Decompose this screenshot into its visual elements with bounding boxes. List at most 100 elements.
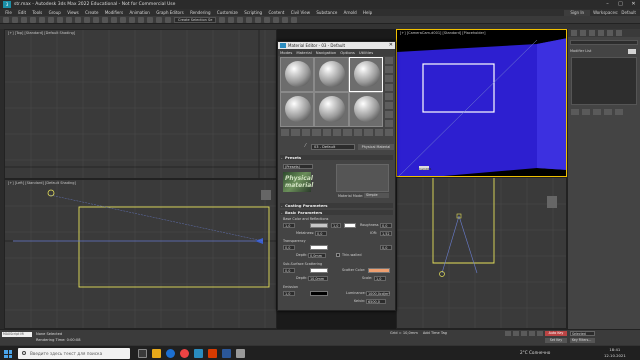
scale-input[interactable]: 1,0 <box>374 276 386 281</box>
modifier-list-dropdown[interactable]: Modifier List <box>570 49 591 53</box>
options-icon[interactable] <box>385 111 393 118</box>
pin-stack-icon[interactable] <box>571 109 579 115</box>
key-filters-button[interactable]: Key Filters... <box>570 338 595 343</box>
powerpoint-icon[interactable] <box>208 349 217 358</box>
selection-set-dropdown[interactable]: Create Selection Se <box>174 16 217 23</box>
motion-tab-icon[interactable] <box>598 30 604 36</box>
presets-dropdown[interactable]: (Presets) <box>283 164 313 169</box>
kelvin-input[interactable]: 6500,0 <box>366 299 386 304</box>
material-navigator-icon[interactable] <box>385 129 393 136</box>
viewport-front[interactable] <box>396 177 567 329</box>
sample-slot[interactable] <box>349 93 382 126</box>
menu-edit[interactable]: Edit <box>15 10 29 15</box>
spinner-snap-icon[interactable] <box>156 16 162 23</box>
viewport-left[interactable]: [+] [Left] [Standard] [Default Shading] <box>4 179 277 329</box>
viewport-camera[interactable]: [+] [CameraCam-d001] [Standard] [Placeho… <box>396 29 567 177</box>
mirror-icon[interactable] <box>219 16 226 23</box>
workspaces-select[interactable]: Default <box>621 10 636 15</box>
close-icon[interactable]: ✕ <box>627 0 640 9</box>
sign-in-button[interactable]: Sign In <box>564 9 591 16</box>
pivot-icon[interactable] <box>120 16 126 23</box>
schematic-icon[interactable] <box>255 16 262 23</box>
scatter-color-swatch[interactable] <box>368 268 390 273</box>
material-id-icon[interactable] <box>353 129 363 136</box>
menu-tools[interactable]: Tools <box>29 10 45 15</box>
coating-rollout[interactable]: Coating Parameters <box>280 203 393 208</box>
rotate-icon[interactable] <box>93 16 99 23</box>
depth-input[interactable]: 0,0mm <box>308 253 326 258</box>
sss-depth-input[interactable]: 10,0mm <box>308 276 328 281</box>
show-in-viewport-icon[interactable] <box>364 129 373 136</box>
menu-options[interactable]: Options <box>340 50 355 55</box>
viewport-label-left[interactable]: [+] [Left] [Standard] [Default Shading] <box>8 181 76 185</box>
base-weight-input[interactable]: 1,0 <box>283 223 295 228</box>
select-icon[interactable] <box>48 16 54 23</box>
material-editor-icon[interactable] <box>264 16 271 23</box>
material-type-button[interactable]: Physical Material <box>358 144 394 150</box>
configure-sets-icon[interactable] <box>615 109 623 115</box>
reflection-weight-input[interactable]: 1,0 <box>331 223 341 228</box>
unlink-icon[interactable] <box>30 16 36 23</box>
key-selection-dropdown[interactable]: Selected <box>570 331 595 336</box>
select-by-material-icon[interactable] <box>385 120 393 127</box>
taskbar-search[interactable]: Введите здесь текст для поиска <box>18 348 130 359</box>
chrome-icon[interactable] <box>180 349 189 358</box>
menu-material[interactable]: Material <box>296 50 311 55</box>
menu-customize[interactable]: Customize <box>214 10 241 15</box>
menu-animation[interactable]: Animation <box>126 10 153 15</box>
object-name-field[interactable] <box>570 40 638 45</box>
camera-icon[interactable] <box>255 238 263 244</box>
previous-frame-icon[interactable] <box>513 331 519 336</box>
undo-icon[interactable] <box>3 16 9 23</box>
thin-walled-checkbox[interactable] <box>336 253 340 257</box>
next-frame-icon[interactable] <box>529 331 535 336</box>
make-copy-icon[interactable] <box>322 129 332 136</box>
view-cube-icon[interactable] <box>547 196 557 208</box>
align-icon[interactable] <box>228 16 235 23</box>
angle-snap-icon[interactable] <box>138 16 144 23</box>
reflection-color-swatch[interactable] <box>344 223 356 228</box>
object-color-swatch[interactable] <box>628 49 636 54</box>
bind-icon[interactable] <box>39 16 45 23</box>
put-to-library-icon[interactable] <box>343 129 352 136</box>
sample-slot[interactable] <box>281 93 314 126</box>
sample-slot[interactable] <box>281 58 314 91</box>
clock[interactable]: 18:41 12.10.2021 <box>604 347 626 358</box>
eyedropper-icon[interactable]: ⁄ <box>305 143 310 150</box>
menu-content[interactable]: Content <box>265 10 287 15</box>
emission-weight-input[interactable]: 1,0 <box>283 291 295 296</box>
presets-rollout[interactable]: Presets <box>280 155 393 160</box>
utilities-tab-icon[interactable] <box>616 30 622 36</box>
snap-icon[interactable] <box>129 16 135 23</box>
place-icon[interactable] <box>111 16 117 23</box>
show-end-result-icon[interactable] <box>582 109 590 115</box>
menu-group[interactable]: Group <box>45 10 64 15</box>
transparency-weight-input[interactable]: 0,0 <box>283 245 295 250</box>
sample-type-icon[interactable] <box>385 57 393 64</box>
auto-key-button[interactable]: Auto Key <box>545 331 567 336</box>
reset-map-icon[interactable] <box>312 129 321 136</box>
sss-color-swatch[interactable] <box>310 268 328 273</box>
front-shape[interactable] <box>432 178 495 264</box>
make-unique-icon[interactable] <box>333 129 342 136</box>
create-tab-icon[interactable] <box>571 30 577 36</box>
sample-slot-selected[interactable] <box>348 57 383 92</box>
assign-to-selection-icon[interactable] <box>301 129 311 136</box>
viewport-label-camera[interactable]: [+] [CameraCam-d001] [Standard] [Placeho… <box>400 31 485 35</box>
display-tab-icon[interactable] <box>607 30 613 36</box>
menu-navigation[interactable]: Navigation <box>316 50 336 55</box>
menu-rendering[interactable]: Rendering <box>187 10 214 15</box>
menu-civil-view[interactable]: Civil View <box>288 10 314 15</box>
set-key-button[interactable]: Set Key <box>545 338 567 343</box>
go-to-start-icon[interactable] <box>505 331 511 336</box>
maximize-icon[interactable]: □ <box>614 0 627 9</box>
menu-utilities[interactable]: Utilities <box>359 50 373 55</box>
modify-tab-icon[interactable] <box>580 30 586 36</box>
sss-weight-input[interactable]: 0,0 <box>283 268 295 273</box>
move-icon[interactable] <box>84 16 90 23</box>
remove-modifier-icon[interactable] <box>604 109 612 115</box>
put-to-scene-icon[interactable] <box>291 129 300 136</box>
basic-parameters-rollout[interactable]: Basic Parameters <box>280 210 393 215</box>
menu-arnold[interactable]: Arnold <box>340 10 359 15</box>
hierarchy-tab-icon[interactable] <box>589 30 595 36</box>
